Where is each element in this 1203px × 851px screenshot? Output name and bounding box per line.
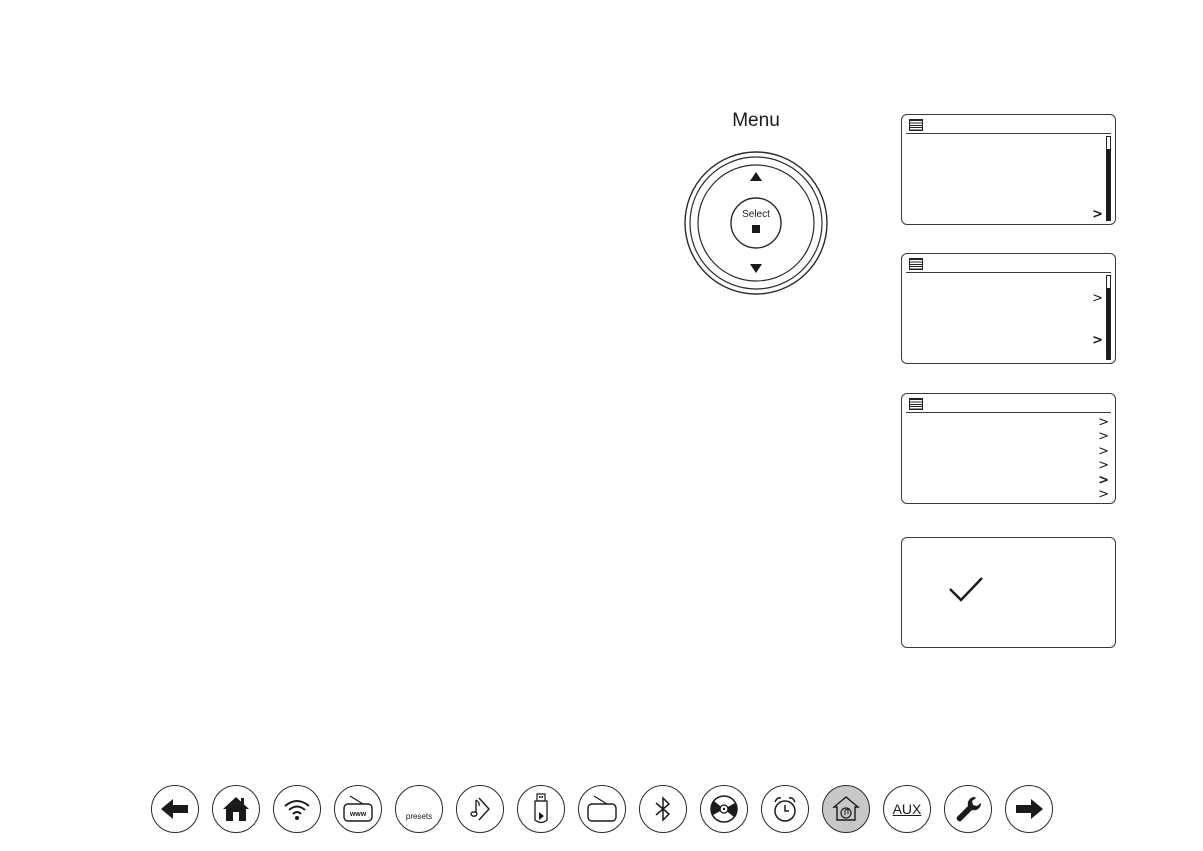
usb-icon <box>534 793 548 824</box>
wrench-icon <box>956 796 982 822</box>
select-button-label: Select <box>742 209 770 220</box>
aux-label: AUX <box>892 801 922 817</box>
wifi-button[interactable] <box>273 785 321 833</box>
home-icon <box>223 797 249 821</box>
navigation-dial[interactable] <box>683 150 829 296</box>
bluetooth-button[interactable] <box>639 785 687 833</box>
presets-button[interactable]: presets <box>395 785 443 833</box>
chevron-right-icon: > <box>1092 291 1103 306</box>
chevron-right-icon: > <box>1098 415 1109 430</box>
chevron-right-icon: > <box>1092 333 1103 348</box>
forward-arrow-icon <box>1016 799 1043 819</box>
menu-label: Menu <box>732 110 780 131</box>
scrollbar <box>1106 136 1111 221</box>
home-music-button[interactable] <box>822 785 870 833</box>
screen-2: > > <box>901 253 1116 364</box>
alarm-clock-icon <box>774 797 796 822</box>
list-icon <box>909 119 923 131</box>
music-player-icon <box>470 797 490 821</box>
back-arrow-icon <box>161 799 188 819</box>
scrollbar <box>1106 275 1111 360</box>
back-button[interactable] <box>151 785 199 833</box>
forward-button[interactable] <box>1005 785 1053 833</box>
chevron-right-icon: > <box>1098 487 1109 502</box>
settings-button[interactable] <box>944 785 992 833</box>
checkmark-icon <box>949 577 983 602</box>
bluetooth-icon <box>655 796 671 822</box>
screen-titlebar <box>906 118 1111 134</box>
screen-titlebar <box>906 397 1111 413</box>
chevron-right-icon: > <box>1092 207 1103 222</box>
screen-1: > <box>901 114 1116 225</box>
cd-icon <box>710 795 738 823</box>
wifi-icon <box>284 800 310 820</box>
alarm-button[interactable] <box>761 785 809 833</box>
screen-titlebar <box>906 257 1111 273</box>
chevron-right-icon: > <box>1098 444 1109 459</box>
music-player-button[interactable] <box>456 785 504 833</box>
radio-icon <box>587 795 617 822</box>
list-icon <box>909 398 923 410</box>
radio-button[interactable] <box>578 785 626 833</box>
usb-button[interactable] <box>517 785 565 833</box>
screen-3: > > > > > > <box>901 393 1116 504</box>
cd-button[interactable] <box>700 785 748 833</box>
internet-radio-button[interactable]: www <box>334 785 382 833</box>
scrollbar-thumb <box>1107 149 1110 220</box>
select-square-icon <box>752 225 760 233</box>
screen-4 <box>901 537 1116 648</box>
chevron-right-icon: > <box>1098 473 1109 488</box>
list-icon <box>909 258 923 270</box>
internet-radio-icon: www <box>343 795 373 822</box>
scrollbar-thumb <box>1107 288 1110 359</box>
home-music-icon <box>832 796 860 821</box>
chevron-right-icon: > <box>1098 458 1109 473</box>
chevron-right-icon: > <box>1098 429 1109 444</box>
home-button[interactable] <box>212 785 260 833</box>
presets-label: presets <box>405 811 433 821</box>
www-label: www <box>349 811 367 818</box>
aux-button[interactable]: AUX <box>883 785 931 833</box>
